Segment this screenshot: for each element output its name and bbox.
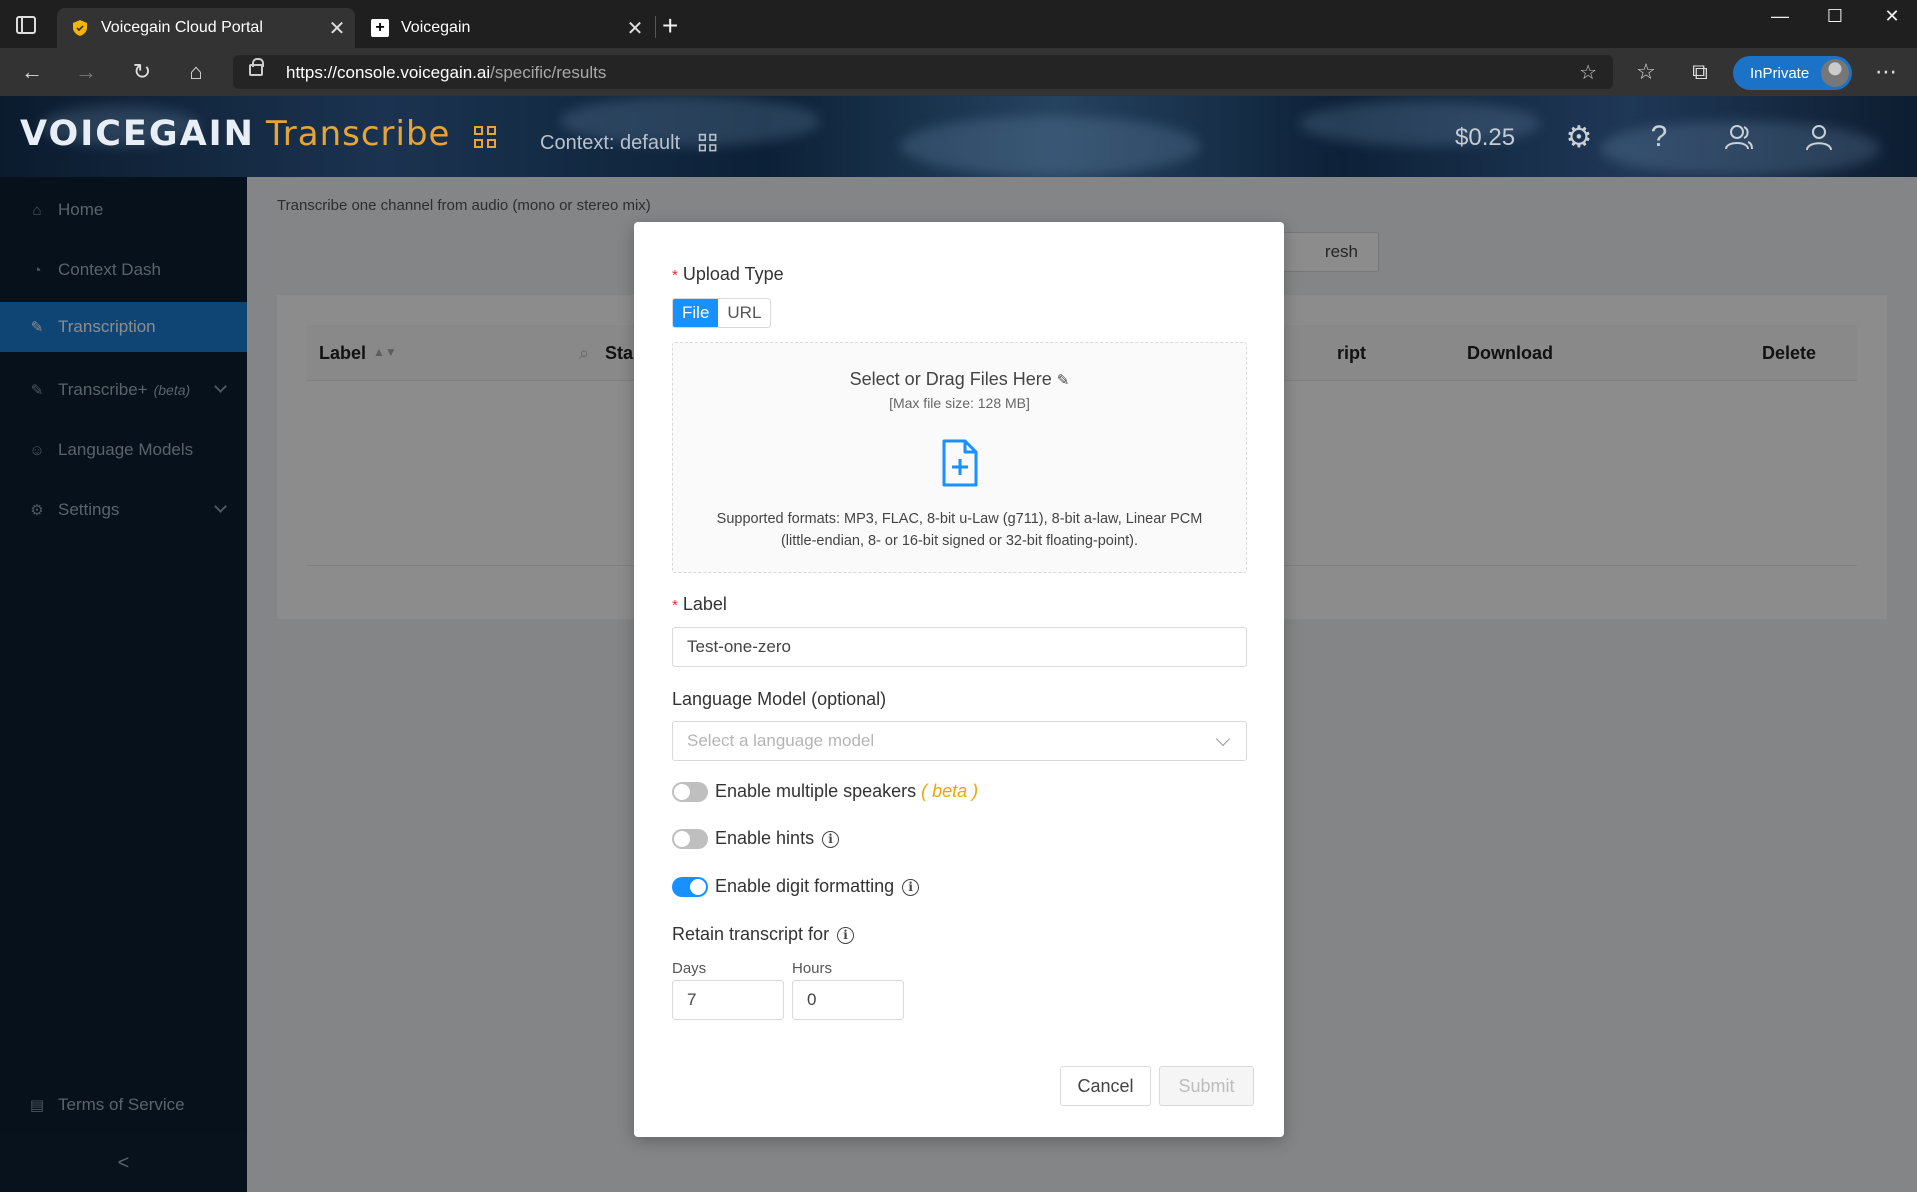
digit-formatting-toggle[interactable] <box>672 877 708 897</box>
multiple-speakers-toggle[interactable] <box>672 782 708 802</box>
back-icon[interactable]: ← <box>16 56 48 88</box>
hints-toggle[interactable] <box>672 829 708 849</box>
browser-address-bar: ← → ↻ ⌂ https://console.voicegain.ai/spe… <box>0 48 1917 96</box>
language-model-select[interactable]: Select a language model <box>672 721 1247 761</box>
minimize-icon[interactable]: — <box>1760 6 1800 27</box>
add-favorite-icon[interactable]: ☆ <box>1579 60 1597 85</box>
tab-title: Voicegain Cloud Portal <box>101 19 263 36</box>
gear-icon[interactable]: ⚙ <box>1562 120 1596 154</box>
file-dropzone[interactable]: Select or Drag Files Here ✎ [Max file si… <box>672 342 1247 573</box>
days-input[interactable]: 7 <box>672 980 784 1020</box>
window-close-icon[interactable]: ✕ <box>1872 6 1912 27</box>
info-icon[interactable]: i <box>902 879 920 896</box>
context-switch-icon[interactable] <box>698 133 717 152</box>
voicegain-logo: VOICEGAIN <box>20 114 255 154</box>
tab-voicegain[interactable]: + Voicegain ✕ <box>357 8 653 48</box>
max-file-size: [Max file size: 128 MB] <box>889 395 1030 411</box>
voicegain-favicon-icon: + <box>371 19 389 37</box>
product-name: Transcribe <box>266 114 451 154</box>
chevron-down-icon <box>1215 731 1231 747</box>
tab-actions-icon[interactable] <box>16 16 36 34</box>
url-text: https://console.voicegain.ai/specific/re… <box>286 63 607 82</box>
new-tab-icon[interactable]: + <box>662 10 678 42</box>
upload-type-url[interactable]: URL <box>718 299 770 327</box>
context-label[interactable]: Context: default <box>540 132 680 155</box>
tab-title: Voicegain <box>401 19 471 36</box>
info-icon[interactable]: i <box>837 927 855 944</box>
dropzone-title: Select or Drag Files Here ✎ <box>849 369 1070 389</box>
favorites-icon[interactable]: ☆ <box>1630 56 1662 88</box>
upload-type-label: * Upload Type <box>672 264 784 284</box>
forward-icon[interactable]: → <box>70 56 102 88</box>
submit-button[interactable]: Submit <box>1159 1066 1254 1106</box>
refresh-icon[interactable]: ↻ <box>126 56 158 88</box>
shield-favicon-icon <box>71 19 89 37</box>
inprivate-badge[interactable]: InPrivate <box>1733 56 1852 90</box>
profile-avatar <box>1821 59 1849 87</box>
tab-close-icon[interactable]: ✕ <box>319 16 355 41</box>
paperclip-icon: ✎ <box>1056 372 1070 389</box>
label-input[interactable]: Test-one-zero <box>672 627 1247 667</box>
lock-icon <box>249 58 264 76</box>
language-model-label: Language Model (optional) <box>672 689 887 709</box>
upload-modal: * Upload Type File URL Select or Drag Fil… <box>634 222 1284 1137</box>
home-icon[interactable]: ⌂ <box>180 56 212 88</box>
file-add-icon <box>942 439 978 487</box>
user-icon[interactable] <box>1802 120 1836 154</box>
maximize-icon[interactable]: ☐ <box>1815 6 1855 27</box>
label-field-label: * Label <box>672 594 727 614</box>
hours-label: Hours <box>792 960 833 977</box>
balance: $0.25 <box>1455 124 1516 151</box>
tab-voicegain-cloud-portal[interactable]: Voicegain Cloud Portal ✕ <box>57 8 355 48</box>
digit-formatting-label: Enable digit formatting i <box>715 876 920 897</box>
upload-type-toggle: File URL <box>672 298 772 328</box>
multiple-speakers-label: Enable multiple speakers ( beta ) <box>715 781 979 801</box>
tab-close-icon[interactable]: ✕ <box>617 16 653 41</box>
upload-type-file[interactable]: File <box>673 299 719 327</box>
inprivate-label: InPrivate <box>1750 64 1810 82</box>
tab-separator <box>655 16 656 38</box>
help-icon[interactable]: ? <box>1642 120 1676 154</box>
browser-tab-bar: Voicegain Cloud Portal ✕ + Voicegain ✕ +… <box>0 0 1917 48</box>
cancel-button[interactable]: Cancel <box>1060 1066 1151 1106</box>
users-icon[interactable] <box>1722 120 1756 154</box>
supported-formats: Supported formats: MP3, FLAC, 8-bit u-La… <box>716 511 1203 549</box>
collections-icon[interactable]: ⧉ <box>1684 56 1716 88</box>
days-label: Days <box>672 960 707 977</box>
product-apps-icon[interactable] <box>474 126 496 148</box>
retain-transcript-label: Retain transcript for i <box>672 924 855 945</box>
app-header: VOICEGAIN Transcribe Context: default $0… <box>0 96 1917 177</box>
url-field[interactable]: https://console.voicegain.ai/specific/re… <box>233 55 1613 89</box>
more-icon[interactable]: ⋯ <box>1870 56 1902 88</box>
info-icon[interactable]: i <box>822 831 840 848</box>
select-placeholder: Select a language model <box>687 731 875 750</box>
hints-label: Enable hints i <box>715 828 840 849</box>
hours-input[interactable]: 0 <box>792 980 904 1020</box>
